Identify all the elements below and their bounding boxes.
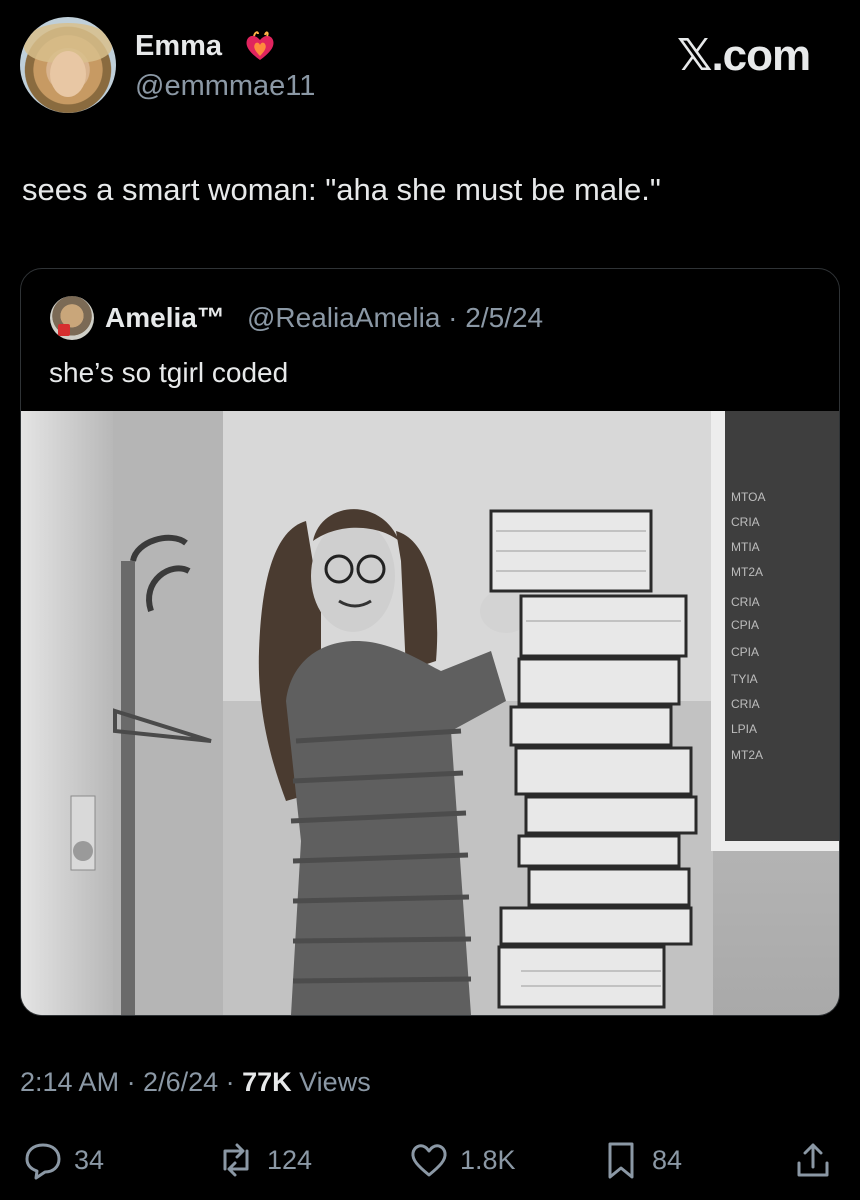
svg-text:MT2A: MT2A: [731, 565, 763, 579]
share-button[interactable]: [792, 1138, 834, 1182]
reply-count: 34: [74, 1144, 105, 1175]
svg-text:MTOA: MTOA: [731, 490, 765, 504]
svg-text:CPIA: CPIA: [731, 618, 759, 632]
author-handle[interactable]: @emmmae11: [135, 70, 315, 103]
heart-icon: [411, 1144, 447, 1177]
svg-text:CRIA: CRIA: [731, 697, 760, 711]
repost-count: 124: [267, 1144, 313, 1175]
quoted-tweet-card[interactable]: Amelia™ @RealiaAmelia · 2/5/24 she’s so …: [20, 268, 840, 1016]
svg-text:TYIA: TYIA: [731, 672, 758, 686]
heart-on-fire-icon: [246, 31, 274, 60]
svg-text:MTIA: MTIA: [731, 540, 760, 554]
tweet-meta: 2:14 AM · 2/6/24 · 77K Views: [20, 1067, 371, 1098]
share-icon: [797, 1143, 829, 1177]
quoted-tweet-text: she’s so tgirl coded: [49, 357, 289, 388]
reply-icon: [25, 1143, 61, 1180]
like-button[interactable]: 1.8K: [408, 1138, 516, 1182]
bookmark-count: 84: [652, 1144, 683, 1175]
svg-text:CRIA: CRIA: [731, 515, 760, 529]
author-name[interactable]: Emma: [135, 30, 222, 63]
reply-button[interactable]: 34: [22, 1138, 104, 1182]
quoted-author-name[interactable]: Amelia™: [105, 302, 225, 334]
bookmark-icon: [608, 1142, 634, 1179]
like-count: 1.8K: [460, 1144, 516, 1175]
repost-button[interactable]: 124: [215, 1138, 312, 1182]
avatar-badge: [58, 324, 70, 336]
quoted-tweet-image[interactable]: MTOA CRIA MTIA MT2A CRIA CPIA CPIA TYIA CRIA L…: [21, 411, 839, 1015]
quoted-author-avatar[interactable]: [50, 296, 94, 340]
svg-text:LPIA: LPIA: [731, 722, 757, 736]
svg-text:CPIA: CPIA: [731, 645, 759, 659]
brand-logo: 𝕏.com: [677, 31, 811, 80]
repost-icon: [223, 1143, 249, 1177]
svg-text:CRIA: CRIA: [731, 595, 760, 609]
svg-text:MT2A: MT2A: [731, 748, 763, 762]
author-avatar[interactable]: [20, 17, 116, 113]
tweet-time-date[interactable]: 2:14 AM · 2/6/24 ·: [20, 1067, 242, 1097]
views-label: Views: [291, 1067, 371, 1097]
bookmark-button[interactable]: 84: [600, 1138, 682, 1182]
avatar-face: [50, 51, 86, 97]
quoted-author-handle-date[interactable]: @RealiaAmelia · 2/5/24: [247, 302, 543, 334]
views-count: 77K: [242, 1067, 292, 1097]
tweet-text: sees a smart woman: "aha she must be mal…: [22, 172, 661, 207]
